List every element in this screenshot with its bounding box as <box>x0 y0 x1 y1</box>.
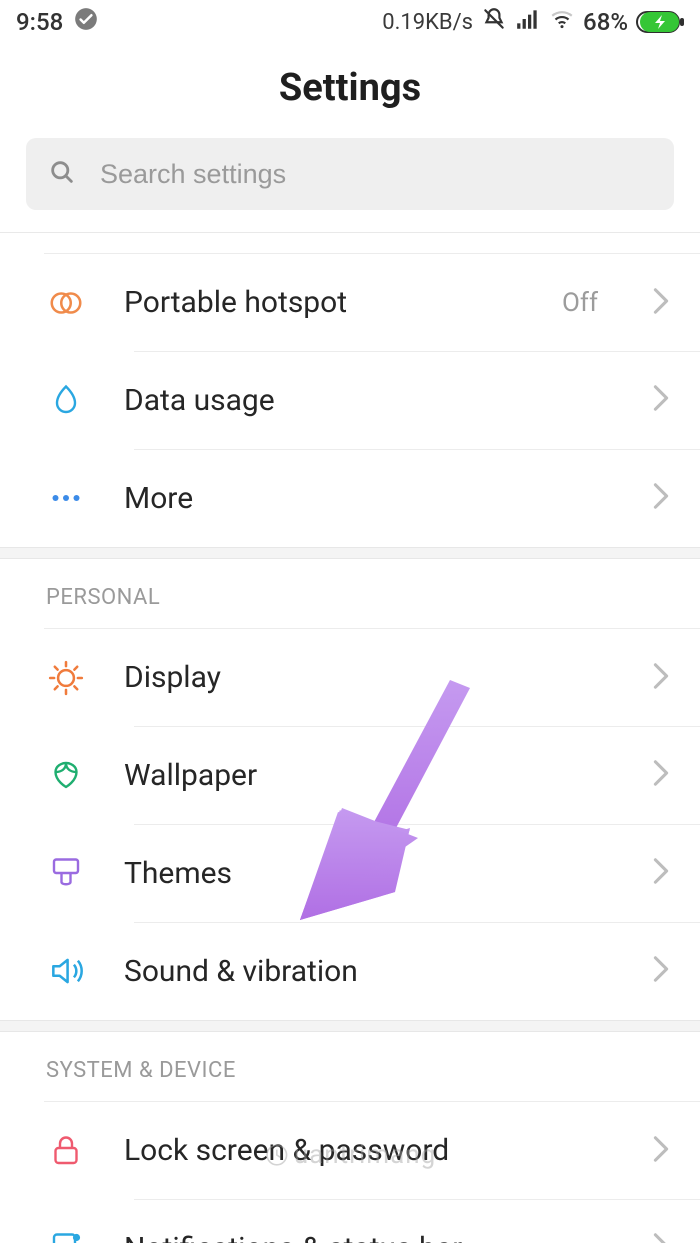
row-label: Wallpaper <box>124 758 616 793</box>
status-data-rate: 0.19KB/s <box>382 10 473 35</box>
display-icon <box>44 656 88 700</box>
section-gap <box>0 1020 700 1032</box>
row-display[interactable]: Display <box>44 628 700 726</box>
section-gap <box>0 547 700 559</box>
row-sound-vibration[interactable]: Sound & vibration <box>44 922 700 1020</box>
lock-icon <box>44 1129 88 1173</box>
row-label: Portable hotspot <box>124 285 526 320</box>
row-label: Display <box>124 660 616 695</box>
row-themes[interactable]: Themes <box>44 824 700 922</box>
data-usage-icon <box>44 378 88 422</box>
row-label: Notifications & status bar <box>124 1231 616 1243</box>
row-notifications[interactable]: Notifications & status bar <box>44 1199 700 1243</box>
row-wallpaper[interactable]: Wallpaper <box>44 726 700 824</box>
notifications-icon <box>44 1226 88 1243</box>
wallpaper-icon <box>44 753 88 797</box>
chevron-right-icon <box>652 287 670 319</box>
chevron-right-icon <box>652 662 670 694</box>
search-icon <box>48 158 76 190</box>
battery-icon <box>636 10 686 34</box>
check-icon <box>73 6 99 38</box>
row-label: Sound & vibration <box>124 954 616 989</box>
chevron-right-icon <box>652 482 670 514</box>
row-value: Off <box>562 288 598 318</box>
section-header-personal: PERSONAL <box>0 559 700 628</box>
search-bar[interactable] <box>26 138 674 210</box>
wireless-list: Portable hotspot Off Data usage More <box>0 253 700 547</box>
row-label: Data usage <box>124 383 616 418</box>
row-data-usage[interactable]: Data usage <box>44 351 700 449</box>
signal-icon <box>515 6 541 38</box>
row-portable-hotspot[interactable]: Portable hotspot Off <box>44 253 700 351</box>
wifi-icon <box>549 6 575 38</box>
more-icon <box>44 476 88 520</box>
status-bar: 9:58 0.19KB/s 68% <box>0 0 700 44</box>
row-label: More <box>124 481 616 516</box>
status-right: 0.19KB/s 68% <box>382 6 686 38</box>
chevron-right-icon <box>652 384 670 416</box>
hotspot-icon <box>44 281 88 325</box>
themes-icon <box>44 851 88 895</box>
system-list: Lock screen & password Notifications & s… <box>0 1101 700 1243</box>
battery-percent: 68% <box>583 8 628 36</box>
silent-icon <box>481 6 507 38</box>
search-container <box>0 138 700 232</box>
chevron-right-icon <box>652 955 670 987</box>
chevron-right-icon <box>652 759 670 791</box>
row-label: Lock screen & password <box>124 1133 616 1168</box>
row-lock-screen[interactable]: Lock screen & password <box>44 1101 700 1199</box>
chevron-right-icon <box>652 1135 670 1167</box>
status-left: 9:58 <box>16 6 99 38</box>
chevron-right-icon <box>652 857 670 889</box>
personal-list: Display Wallpaper Themes Sound & vibrati… <box>0 628 700 1020</box>
search-input[interactable] <box>100 159 652 190</box>
sound-icon <box>44 949 88 993</box>
status-time: 9:58 <box>16 8 63 36</box>
section-header-system: SYSTEM & DEVICE <box>0 1032 700 1101</box>
row-more[interactable]: More <box>44 449 700 547</box>
page-title: Settings <box>0 44 700 138</box>
row-label: Themes <box>124 856 616 891</box>
chevron-right-icon <box>652 1232 670 1243</box>
